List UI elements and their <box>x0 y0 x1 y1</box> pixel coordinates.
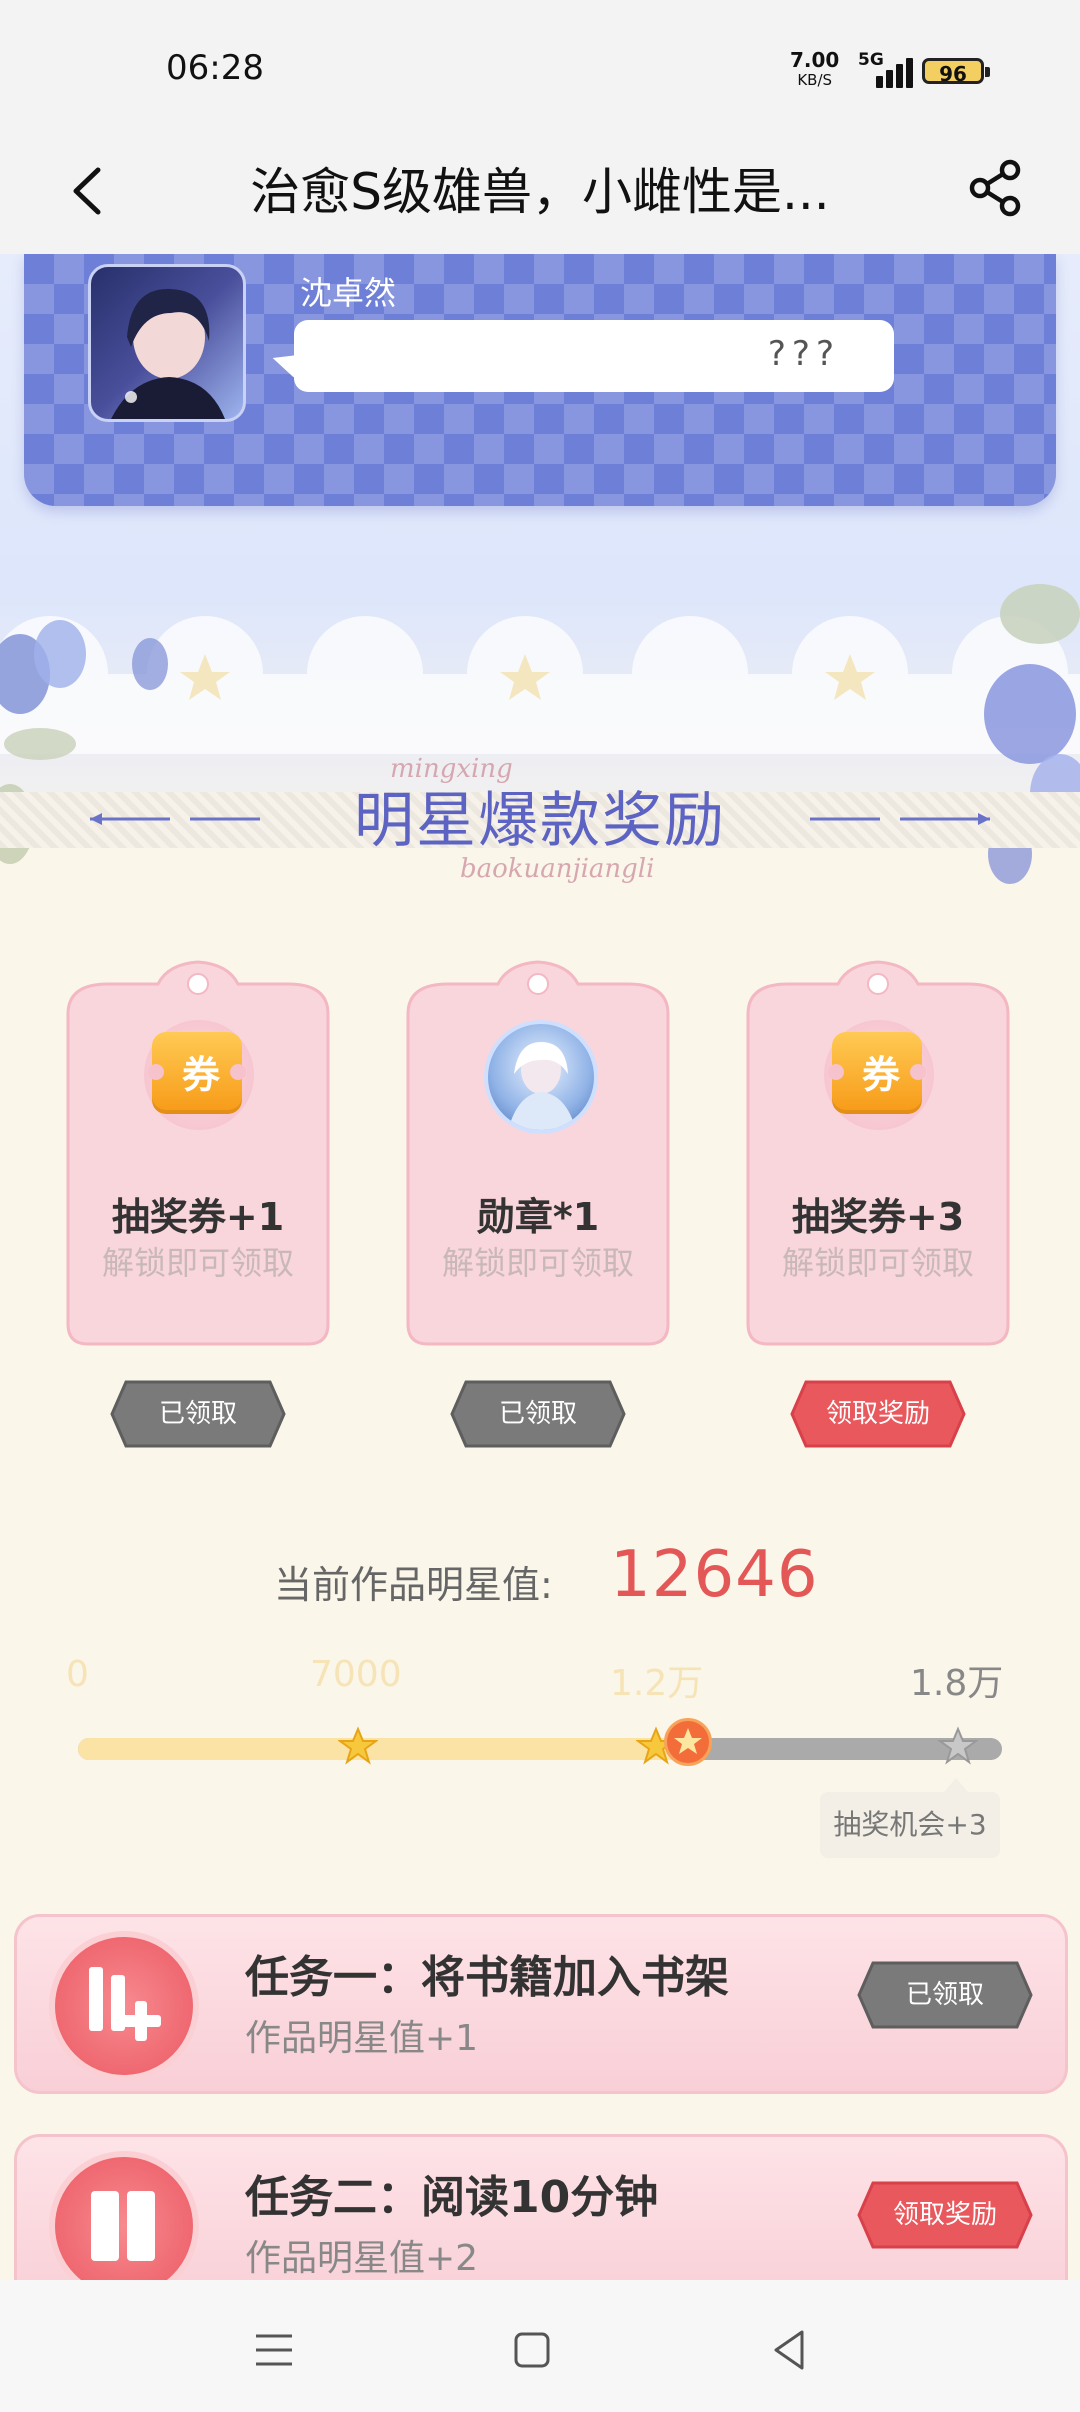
speaker-name: 沈卓然 <box>300 274 397 312</box>
reward-2-claimed-button[interactable]: 已领取 <box>448 1378 628 1450</box>
current-progress-marker <box>663 1718 712 1766</box>
battery-icon: 96 <box>922 58 990 86</box>
share-button[interactable] <box>966 154 1026 220</box>
star-value-label: 当前作品明星值: <box>274 1563 553 1607</box>
task-title: 任务二：阅读10分钟 <box>245 2172 659 2223</box>
ticket-icon-label: 券 <box>181 1052 220 1097</box>
back-nav-icon[interactable] <box>760 2320 820 2380</box>
milestone-label: 1.2万 <box>610 1663 704 1704</box>
book-icon <box>49 2151 199 2280</box>
ticket-icon: 券 <box>828 1022 930 1124</box>
reward-tag-background <box>406 960 670 1346</box>
status-time: 06:28 <box>166 48 264 88</box>
star-value-number: 12646 <box>610 1538 819 1612</box>
character-avatar[interactable] <box>88 264 246 422</box>
system-nav-bar <box>0 2280 1080 2412</box>
network-speed-unit: KB/S <box>797 71 833 89</box>
home-icon[interactable] <box>502 2320 562 2380</box>
button-label: 领取奖励 <box>825 1399 930 1429</box>
reward-card-3: 券 抽奖券+3 解锁即可领取 <box>728 954 1028 1354</box>
speech-bubble: ??? <box>294 320 894 392</box>
milestone-star-icon <box>338 1726 378 1765</box>
button-label: 已领取 <box>498 1399 577 1429</box>
star-progress-fill <box>78 1738 688 1760</box>
page-title: 治愈S级雄兽，小雌性是... <box>250 163 830 221</box>
flower-decoration-right <box>984 584 1080 884</box>
milestone-label: 1.8万 <box>910 1663 1004 1704</box>
share-icon <box>969 159 1021 217</box>
signal-icon <box>866 54 914 88</box>
reward-tag-background <box>66 960 330 1346</box>
task-reward: 作品明星值+2 <box>245 2238 479 2279</box>
battery-level: 96 <box>939 62 967 86</box>
reward-1-claimed-button[interactable]: 已领取 <box>108 1378 288 1450</box>
button-label: 已领取 <box>158 1399 237 1429</box>
add-to-shelf-icon <box>49 1931 199 2081</box>
reward-unlock-hint: 解锁即可领取 <box>441 1244 634 1282</box>
speech-text: ??? <box>767 334 840 374</box>
reward-name: 勋章*1 <box>476 1195 600 1239</box>
reward-name: 抽奖券+3 <box>791 1195 965 1239</box>
event-content[interactable]: 沈卓然 ??? mingxing 明星爆款奖励 baokuanjiangli 券… <box>0 254 1080 2280</box>
banner-title: 明星爆款奖励 <box>354 786 726 856</box>
app-header: 治愈S级雄兽，小雌性是... <box>0 130 1080 254</box>
task-card-1: 任务一：将书籍加入书架 作品明星值+1 已领取 <box>14 1914 1068 2094</box>
dialogue-card: 沈卓然 ??? <box>24 254 1056 506</box>
reward-name: 抽奖券+1 <box>111 1195 285 1239</box>
task-title: 任务一：将书籍加入书架 <box>245 1952 729 2003</box>
milestone-tooltip: 抽奖机会+3 <box>820 1778 1000 1858</box>
back-button[interactable] <box>60 158 120 224</box>
medal-icon <box>484 1020 598 1134</box>
task-1-claimed-button[interactable]: 已领取 <box>855 1959 1035 2031</box>
ticket-icon: 券 <box>148 1022 250 1124</box>
button-label: 已领取 <box>905 1980 984 2010</box>
reward-card-2: 勋章*1 解锁即可领取 <box>388 954 688 1354</box>
reward-tag-background <box>746 960 1010 1346</box>
task-2-claim-button[interactable]: 领取奖励 <box>855 2179 1035 2251</box>
reward-3-claim-button[interactable]: 领取奖励 <box>788 1378 968 1450</box>
milestone-label: 0 <box>66 1654 89 1695</box>
flower-decoration-left <box>0 620 168 864</box>
reward-unlock-hint: 解锁即可领取 <box>781 1244 974 1282</box>
ticket-icon-label: 券 <box>861 1052 900 1097</box>
milestone-star-icon <box>938 1726 978 1765</box>
star-progress-bar <box>78 1738 1002 1760</box>
status-bar: 06:28 7.00 KB/S 5G 96 <box>0 0 1080 130</box>
network-speed: 7.00 KB/S <box>790 50 839 90</box>
task-reward: 作品明星值+1 <box>245 2018 479 2059</box>
banner-script-bottom: baokuanjiangli <box>460 854 655 884</box>
menu-icon[interactable] <box>244 2320 304 2380</box>
chevron-left-icon <box>73 167 101 215</box>
button-label: 领取奖励 <box>892 2200 997 2230</box>
reward-card-1: 券 抽奖券+1 解锁即可领取 <box>48 954 348 1354</box>
reward-unlock-hint: 解锁即可领取 <box>101 1244 294 1282</box>
task-card-2: 任务二：阅读10分钟 作品明星值+2 领取奖励 <box>14 2134 1068 2280</box>
milestone-label: 7000 <box>310 1654 402 1695</box>
network-speed-value: 7.00 <box>790 48 840 72</box>
